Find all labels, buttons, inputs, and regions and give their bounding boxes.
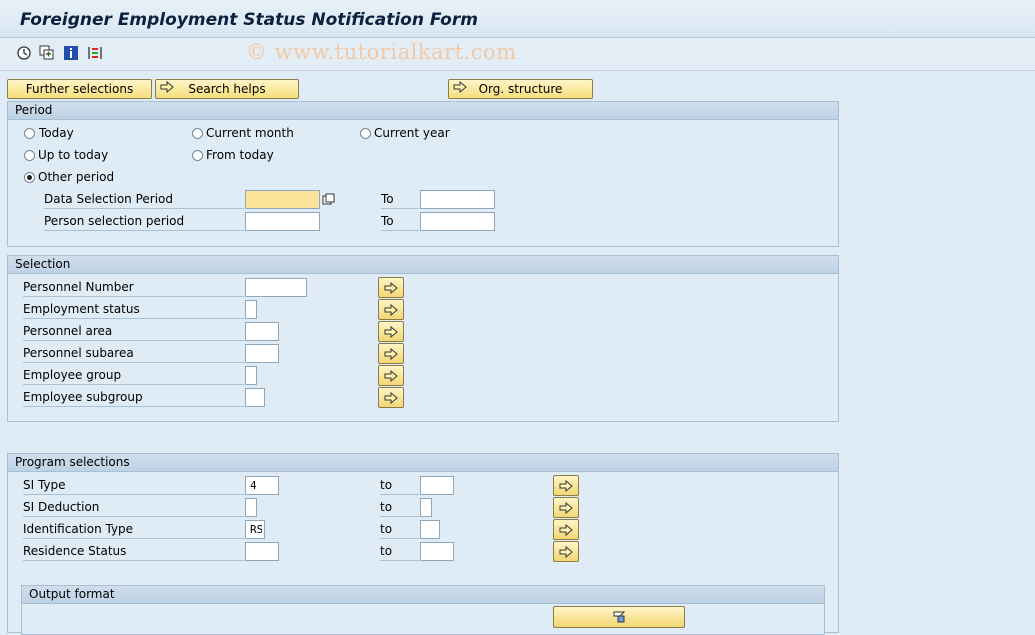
org-structure-button[interactable]: Org. structure: [448, 79, 593, 99]
si-deduction-to-label: to: [380, 500, 419, 517]
personnel-subarea-label: Personnel subarea: [23, 346, 244, 363]
page-title: Foreigner Employment Status Notification…: [20, 10, 478, 30]
si-deduction-label: SI Deduction: [23, 500, 244, 517]
layout-icon: [613, 611, 626, 623]
personnel-subarea-field[interactable]: [245, 344, 279, 363]
radio-up-to-today[interactable]: [24, 150, 35, 161]
data-selection-to-label: To: [381, 192, 419, 209]
radio-today[interactable]: [24, 128, 35, 139]
identification-type-to-label: to: [380, 522, 419, 539]
period-group-title: Period: [15, 103, 53, 117]
output-format-group: Output format: [21, 585, 825, 635]
employment-status-field[interactable]: [245, 300, 257, 319]
si-type-from-field[interactable]: [245, 476, 279, 495]
residence-status-label: Residence Status: [23, 544, 244, 561]
employee-subgroup-label: Employee subgroup: [23, 390, 244, 407]
personnel-number-multiple-selection-button[interactable]: [378, 277, 404, 298]
residence-status-from-field[interactable]: [245, 542, 279, 561]
identification-type-from-field[interactable]: [245, 520, 265, 539]
selection-options-icon[interactable]: [87, 45, 103, 61]
residence-status-to-field[interactable]: [420, 542, 454, 561]
person-selection-to-label: To: [381, 214, 419, 231]
info-icon[interactable]: [63, 45, 79, 61]
employee-subgroup-field[interactable]: [245, 388, 265, 407]
employee-subgroup-multiple-selection-button[interactable]: [378, 387, 404, 408]
si-deduction-from-field[interactable]: [245, 498, 257, 517]
selection-group-title: Selection: [15, 257, 71, 271]
further-selections-label: Further selections: [25, 82, 134, 96]
person-selection-to-field[interactable]: [420, 212, 495, 231]
si-type-multiple-selection-button[interactable]: [553, 475, 579, 496]
org-structure-label: Org. structure: [478, 82, 563, 96]
person-selection-period-label: Person selection period: [44, 214, 244, 231]
data-selection-period-label: Data Selection Period: [44, 192, 244, 209]
radio-current-year-label: Current year: [374, 126, 450, 140]
radio-from-today-label: From today: [206, 148, 274, 162]
radio-other-period-label: Other period: [38, 170, 115, 184]
personnel-number-label: Personnel Number: [23, 280, 244, 297]
personnel-number-field[interactable]: [245, 278, 307, 297]
title-bar: Foreigner Employment Status Notification…: [0, 0, 1035, 38]
personnel-area-multiple-selection-button[interactable]: [378, 321, 404, 342]
identification-type-label: Identification Type: [23, 522, 244, 539]
radio-other-period[interactable]: [24, 172, 35, 183]
program-selections-group-title: Program selections: [15, 455, 130, 469]
employment-status-multiple-selection-button[interactable]: [378, 299, 404, 320]
search-helps-button[interactable]: Search helps: [155, 79, 299, 99]
search-helps-label: Search helps: [188, 82, 266, 96]
person-selection-from-field[interactable]: [245, 212, 320, 231]
arrow-right-icon: [160, 80, 174, 96]
radio-up-to-today-label: Up to today: [38, 148, 109, 162]
radio-current-month[interactable]: [192, 128, 203, 139]
si-deduction-multiple-selection-button[interactable]: [553, 497, 579, 518]
residence-status-to-label: to: [380, 544, 419, 561]
personnel-area-field[interactable]: [245, 322, 279, 341]
execute-icon[interactable]: [16, 45, 32, 61]
radio-current-year[interactable]: [360, 128, 371, 139]
calendar-help-icon[interactable]: [322, 193, 336, 205]
further-selections-button[interactable]: Further selections: [7, 79, 152, 99]
variant-icon[interactable]: [39, 45, 55, 61]
period-group-header: Period: [8, 102, 838, 120]
application-toolbar: [0, 38, 1035, 71]
radio-today-label: Today: [39, 126, 74, 140]
residence-status-multiple-selection-button[interactable]: [553, 541, 579, 562]
program-selections-group-header: Program selections: [8, 454, 838, 472]
watermark: © www.tutorialkart.com: [246, 40, 517, 64]
arrow-right-icon: [453, 80, 467, 96]
identification-type-multiple-selection-button[interactable]: [553, 519, 579, 540]
si-type-label: SI Type: [23, 478, 244, 495]
employee-group-multiple-selection-button[interactable]: [378, 365, 404, 386]
si-type-to-label: to: [380, 478, 419, 495]
selection-group-header: Selection: [8, 256, 838, 274]
output-format-group-title: Output format: [29, 587, 115, 601]
identification-type-to-field[interactable]: [420, 520, 440, 539]
data-selection-to-field[interactable]: [420, 190, 495, 209]
output-format-group-header: Output format: [22, 586, 824, 604]
radio-from-today[interactable]: [192, 150, 203, 161]
personnel-area-label: Personnel area: [23, 324, 244, 341]
radio-current-month-label: Current month: [206, 126, 294, 140]
si-type-to-field[interactable]: [420, 476, 454, 495]
personnel-subarea-multiple-selection-button[interactable]: [378, 343, 404, 364]
si-deduction-to-field[interactable]: [420, 498, 432, 517]
employee-group-label: Employee group: [23, 368, 244, 385]
data-selection-from-field[interactable]: [245, 190, 320, 209]
employee-group-field[interactable]: [245, 366, 257, 385]
employment-status-label: Employment status: [23, 302, 244, 319]
